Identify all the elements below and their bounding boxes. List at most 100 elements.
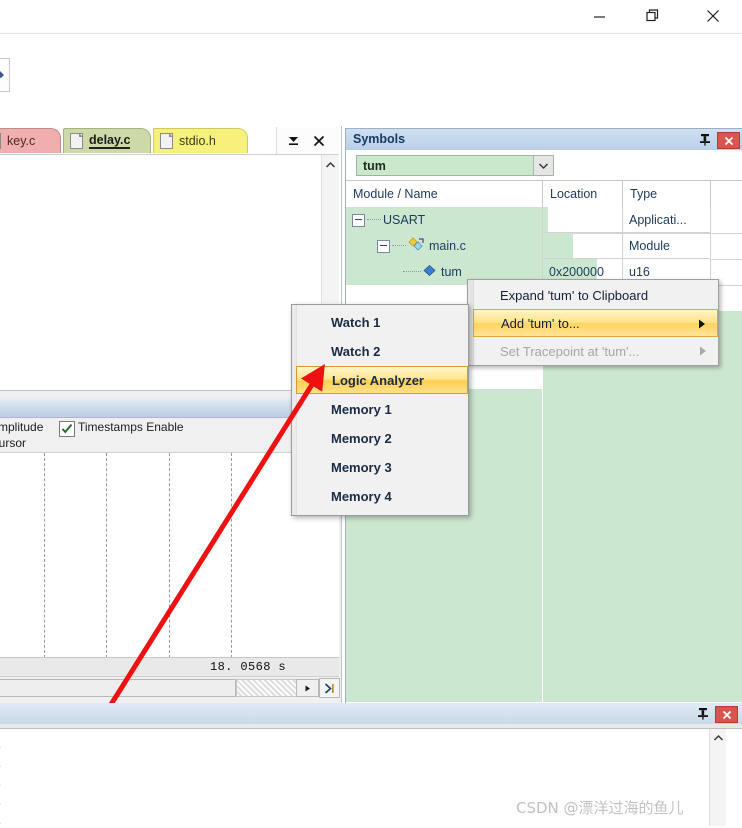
output-line: 束	[0, 788, 1, 809]
logic-analyzer-time-bar: 18. 0568 s	[0, 657, 339, 677]
symbols-extra-cell	[710, 233, 742, 260]
restore-icon[interactable]	[630, 0, 676, 32]
editor-text-area[interactable]	[0, 154, 339, 389]
editor-tab-stdio-h[interactable]: stdio.h	[153, 128, 248, 153]
timestamps-enable-checkbox[interactable]	[59, 421, 75, 437]
symbols-type-cell: Applicati...	[622, 207, 710, 233]
symbols-location-cell	[542, 207, 622, 233]
column-header-location[interactable]: Location	[542, 181, 622, 207]
menu-item-label: Expand 'tum' to Clipboard	[500, 287, 649, 303]
tab-list-dropdown-icon[interactable]	[283, 133, 303, 149]
chevron-down-icon[interactable]	[533, 156, 553, 175]
submenu-item-label: Memory 4	[331, 488, 392, 504]
cursor-label: Cursor	[0, 436, 27, 450]
check-icon	[61, 423, 73, 434]
tree-connector	[392, 245, 406, 247]
submenu-arrow-icon	[700, 346, 706, 356]
expander-icon[interactable]	[352, 213, 365, 227]
submenu-item-label: Memory 2	[331, 430, 392, 446]
output-vertical-scrollbar[interactable]	[709, 729, 726, 826]
gridline	[231, 453, 232, 658]
symbol-location: 0x200000	[549, 264, 604, 279]
column-header-type[interactable]: Type	[622, 181, 710, 207]
editor-tab-tools	[276, 127, 339, 154]
editor-tab-label: key.c	[7, 134, 36, 148]
menu-item-add-to[interactable]: Add 'tum' to...	[473, 309, 718, 337]
minimize-icon[interactable]	[576, 0, 622, 32]
close-icon[interactable]	[717, 132, 740, 149]
add-to-submenu: Watch 1 Watch 2 Logic Analyzer Memory 1 …	[291, 304, 469, 516]
editor-tab-key-c[interactable]: key.c	[0, 128, 61, 153]
symbols-extra-cell	[710, 207, 742, 234]
close-icon[interactable]	[309, 133, 329, 149]
submenu-item-label: Watch 2	[331, 343, 381, 359]
submenu-item-memory-4[interactable]: Memory 4	[296, 482, 468, 510]
menu-item-expand-to-clipboard[interactable]: Expand 'tum' to Clipboard	[473, 281, 718, 309]
symbols-name-cell[interactable]: main.c	[346, 233, 573, 259]
logic-analyzer-plot[interactable]	[0, 452, 339, 658]
column-header-extra[interactable]	[710, 181, 742, 207]
menu-item-set-tracepoint[interactable]: Set Tracepoint at 'tum'...	[473, 337, 718, 365]
tree-connector	[403, 271, 421, 273]
submenu-item-memory-2[interactable]: Memory 2	[296, 424, 468, 452]
output-panel-title-bar	[0, 703, 742, 725]
symbol-type: Applicati...	[629, 212, 687, 227]
editor-tab-strip: key.c delay.c stdio.h	[0, 126, 339, 154]
table-row[interactable]: main.c Module	[346, 233, 742, 260]
submenu-item-memory-3[interactable]: Memory 3	[296, 453, 468, 481]
file-icon	[70, 133, 83, 149]
symbols-name-cell[interactable]: USART	[346, 207, 548, 233]
symbol-filter-combobox[interactable]: tum	[356, 155, 554, 176]
gridline	[169, 453, 170, 658]
output-line: 束	[0, 750, 1, 771]
gridline	[106, 453, 107, 658]
symbols-location-cell	[542, 233, 622, 259]
file-icon	[160, 133, 173, 149]
scroll-right-icon[interactable]	[296, 679, 319, 697]
submenu-item-label: Watch 1	[331, 314, 381, 330]
logic-analyzer-title-bar	[0, 397, 339, 418]
submenu-item-watch-1[interactable]: Watch 1	[296, 308, 468, 336]
file-icon	[0, 133, 1, 149]
toolbar-glyph-icon	[0, 71, 4, 78]
symbol-filter-value: tum	[363, 159, 386, 173]
toolbar-button-fragment[interactable]	[0, 58, 10, 92]
horizontal-scroll-track[interactable]	[236, 679, 298, 697]
time-readout: 18. 0568 s	[209, 660, 286, 674]
symbol-name: tum	[441, 265, 462, 279]
submenu-item-memory-1[interactable]: Memory 1	[296, 395, 468, 423]
output-line: 束	[0, 769, 1, 790]
close-icon[interactable]	[690, 0, 736, 32]
logic-analyzer-scroll-row	[0, 676, 340, 698]
submenu-item-label: Logic Analyzer	[332, 372, 424, 388]
window-title-bar	[0, 0, 742, 34]
gridline	[44, 453, 45, 658]
horizontal-scroll-thumb[interactable]	[0, 679, 236, 697]
submenu-arrow-icon	[699, 319, 705, 329]
editor-tab-delay-c[interactable]: delay.c	[63, 128, 151, 153]
symbols-title-bar: Symbols	[346, 129, 742, 151]
scroll-to-end-icon[interactable]	[319, 678, 340, 698]
chevron-up-icon[interactable]	[325, 161, 336, 169]
symbol-type: u16	[629, 264, 650, 279]
table-row[interactable]: USART Applicati...	[346, 207, 742, 234]
submenu-item-watch-2[interactable]: Watch 2	[296, 337, 468, 365]
column-header-module-name[interactable]: Module / Name	[346, 181, 542, 207]
expander-icon[interactable]	[377, 239, 390, 253]
symbol-type: Module	[629, 238, 670, 253]
editor-tab-label: delay.c	[89, 133, 131, 149]
close-icon[interactable]	[715, 706, 738, 723]
pin-icon[interactable]	[697, 132, 713, 147]
module-icon	[408, 237, 425, 255]
pin-icon[interactable]	[695, 706, 711, 721]
timestamps-enable-label: Timestamps Enable	[78, 420, 184, 434]
submenu-item-label: Memory 3	[331, 459, 392, 475]
symbols-column-header: Module / Name Location Type	[346, 180, 742, 209]
submenu-item-label: Memory 1	[331, 401, 392, 417]
submenu-item-logic-analyzer[interactable]: Logic Analyzer	[296, 366, 468, 394]
output-line: 束	[0, 731, 1, 752]
watermark: CSDN @漂洋过海的鱼儿	[516, 799, 684, 817]
menu-item-label: Add 'tum' to...	[501, 315, 580, 331]
chevron-up-icon[interactable]	[713, 734, 724, 742]
menu-item-label: Set Tracepoint at 'tum'...	[500, 343, 640, 359]
